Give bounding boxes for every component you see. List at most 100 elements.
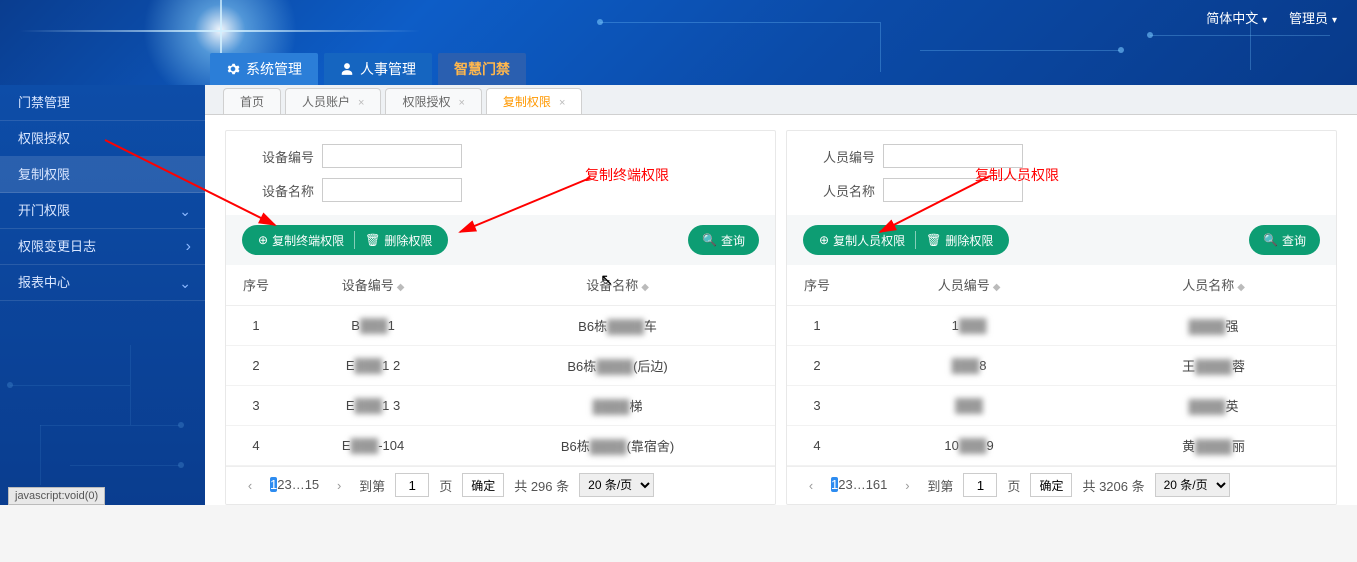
person-table: 序号 人员编号◆ 人员名称◆ 11███████强2███8王████蓉3███… bbox=[787, 265, 1336, 466]
delete-terminal-button[interactable]: 🗑 删除权限 bbox=[355, 232, 442, 249]
cell-seq: 4 bbox=[226, 425, 286, 465]
sort-icon: ◆ bbox=[993, 282, 1001, 293]
cell-code: 1███ bbox=[847, 305, 1091, 345]
pager-prev[interactable]: ‹ bbox=[801, 478, 821, 493]
table-row[interactable]: 1B███1B6栋████车 bbox=[226, 305, 775, 345]
table-row[interactable]: 11███████强 bbox=[787, 305, 1336, 345]
pager-total: 共 296 条 bbox=[514, 476, 569, 495]
cell-seq: 2 bbox=[787, 345, 847, 385]
cell-name: B6栋████(靠宿舍) bbox=[460, 425, 775, 465]
pager-page[interactable]: … bbox=[292, 477, 305, 492]
cell-seq: 4 bbox=[787, 425, 847, 465]
chevron-down-icon bbox=[179, 193, 191, 231]
pager-size-select[interactable]: 20 条/页 bbox=[1155, 473, 1230, 497]
language-selector[interactable]: 简体中文▾ bbox=[1206, 8, 1267, 27]
th-seq[interactable]: 序号 bbox=[787, 265, 847, 305]
pager-page[interactable]: … bbox=[853, 477, 866, 492]
btn-label: 查询 bbox=[721, 232, 745, 249]
sidebar-item-report[interactable]: 报表中心 bbox=[0, 265, 205, 301]
sidebar-item-auth[interactable]: 权限授权 bbox=[0, 121, 205, 157]
device-name-label: 设备名称 bbox=[244, 181, 314, 200]
tab-label: 复制权限 bbox=[503, 95, 551, 109]
tab-home[interactable]: 首页 bbox=[223, 88, 281, 114]
delete-person-button[interactable]: 🗑删除权限 bbox=[916, 232, 1003, 249]
sidebar-item-log[interactable]: 权限变更日志 bbox=[0, 229, 205, 265]
th-device-name[interactable]: 设备名称◆ bbox=[460, 265, 775, 305]
table-row[interactable]: 410███9黄████丽 bbox=[787, 425, 1336, 465]
user-menu[interactable]: 管理员▾ bbox=[1289, 8, 1337, 27]
pager-size-select[interactable]: 20 条/页 bbox=[579, 473, 654, 497]
sidebar-label: 报表中心 bbox=[18, 275, 70, 290]
close-icon[interactable]: × bbox=[358, 97, 364, 109]
sidebar-item-open[interactable]: 开门权限 bbox=[0, 193, 205, 229]
pager-page[interactable]: 3 bbox=[284, 477, 291, 492]
pager-page[interactable]: 161 bbox=[866, 477, 888, 492]
device-code-input[interactable] bbox=[322, 144, 462, 168]
table-row[interactable]: 4E███-104B6栋████(靠宿舍) bbox=[226, 425, 775, 465]
btn-label: 删除权限 bbox=[384, 232, 432, 249]
table-row[interactable]: 3███████英 bbox=[787, 385, 1336, 425]
person-icon bbox=[340, 62, 354, 76]
cell-name: 王████蓉 bbox=[1091, 345, 1336, 385]
chevron-down-icon: ▾ bbox=[1262, 15, 1267, 26]
th-device-code[interactable]: 设备编号◆ bbox=[286, 265, 460, 305]
tab-label: 首页 bbox=[240, 95, 264, 109]
cell-code: E███-104 bbox=[286, 425, 460, 465]
nav-hr[interactable]: 人事管理 bbox=[324, 53, 432, 85]
pager-next[interactable]: › bbox=[329, 478, 349, 493]
th-person-name[interactable]: 人员名称◆ bbox=[1091, 265, 1336, 305]
pager-page[interactable]: 3 bbox=[845, 477, 852, 492]
sort-icon: ◆ bbox=[397, 282, 405, 293]
table-row[interactable]: 2███8王████蓉 bbox=[787, 345, 1336, 385]
person-name-input[interactable] bbox=[883, 178, 1023, 202]
pager-goto-label: 到第 bbox=[927, 476, 953, 495]
pager-unit: 页 bbox=[439, 476, 452, 495]
nav-smart-label: 智慧门禁 bbox=[454, 59, 510, 79]
pager-next[interactable]: › bbox=[897, 478, 917, 493]
copy-terminal-button[interactable]: ⊕复制终端权限 bbox=[248, 232, 354, 249]
pager-goto-label: 到第 bbox=[359, 476, 385, 495]
cell-name: 黄████丽 bbox=[1091, 425, 1336, 465]
pager-page[interactable]: 15 bbox=[305, 477, 319, 492]
th-person-code[interactable]: 人员编号◆ bbox=[847, 265, 1091, 305]
plus-circle-icon: ⊕ bbox=[258, 233, 268, 247]
pager-ok-button[interactable]: 确定 bbox=[462, 473, 504, 497]
person-panel: 人员编号 人员名称 ⊕复制人员权限 🗑删除权限 🔍查询 序号 人员编号◆ 人员 bbox=[786, 130, 1337, 505]
nav-smart[interactable]: 智慧门禁 bbox=[438, 53, 526, 85]
sidebar-item-copy[interactable]: 复制权限 bbox=[0, 157, 205, 193]
sidebar-item-access[interactable]: 门禁管理 bbox=[0, 85, 205, 121]
copy-person-button[interactable]: ⊕复制人员权限 bbox=[809, 232, 915, 249]
cell-name: B6栋████(后边) bbox=[460, 345, 775, 385]
pager-prev[interactable]: ‹ bbox=[240, 478, 260, 493]
close-icon[interactable]: × bbox=[458, 97, 464, 109]
pager-goto-input[interactable] bbox=[963, 473, 997, 497]
cell-name: ████梯 bbox=[460, 385, 775, 425]
table-row[interactable]: 2E███1 2B6栋████(后边) bbox=[226, 345, 775, 385]
device-action-pill: ⊕复制终端权限 🗑 删除权限 bbox=[242, 225, 448, 255]
person-code-input[interactable] bbox=[883, 144, 1023, 168]
person-pager: ‹ 123…161 › 到第 页 确定 共 3206 条 20 条/页 bbox=[787, 466, 1336, 505]
tab-accounts[interactable]: 人员账户× bbox=[285, 88, 381, 114]
cell-seq: 1 bbox=[787, 305, 847, 345]
nav-system-label: 系统管理 bbox=[246, 59, 302, 79]
pager-goto-input[interactable] bbox=[395, 473, 429, 497]
chevron-right-icon bbox=[186, 229, 191, 266]
tab-copy[interactable]: 复制权限 × bbox=[486, 88, 582, 114]
nav-system[interactable]: 系统管理 bbox=[210, 53, 318, 85]
device-panel: 设备编号 设备名称 ⊕复制终端权限 🗑删除权限 🔍查询 序号 设备编号◆ 设备 bbox=[225, 130, 776, 505]
th-seq[interactable]: 序号 bbox=[226, 265, 286, 305]
table-row[interactable]: 3E███1 3████梯 bbox=[226, 385, 775, 425]
pager-ok-button[interactable]: 确定 bbox=[1030, 473, 1072, 497]
device-name-input[interactable] bbox=[322, 178, 462, 202]
close-icon[interactable]: × bbox=[559, 97, 565, 109]
person-search-button[interactable]: 🔍查询 bbox=[1249, 225, 1320, 255]
trash-icon: 🗑 bbox=[365, 233, 380, 247]
cell-seq: 3 bbox=[226, 385, 286, 425]
device-search-button[interactable]: 🔍查询 bbox=[688, 225, 759, 255]
tab-auth[interactable]: 权限授权× bbox=[385, 88, 481, 114]
trash-icon: 🗑 bbox=[926, 233, 941, 247]
plus-circle-icon: ⊕ bbox=[819, 233, 829, 247]
cell-code: 10███9 bbox=[847, 425, 1091, 465]
sort-icon: ◆ bbox=[1237, 282, 1245, 293]
pager-total: 共 3206 条 bbox=[1082, 476, 1144, 495]
